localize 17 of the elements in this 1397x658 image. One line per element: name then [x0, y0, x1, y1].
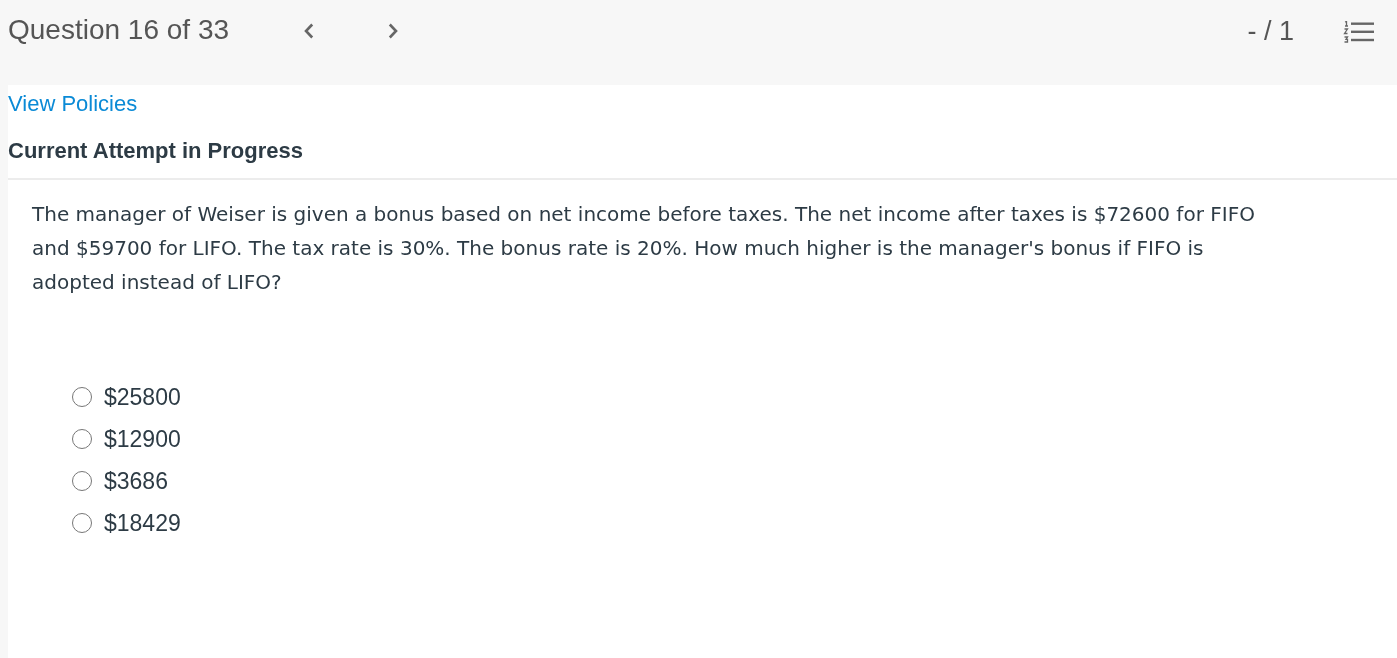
view-policies-link[interactable]: View Policies — [8, 90, 138, 118]
chevron-left-icon — [302, 23, 314, 39]
score-text: - / 1 — [1247, 15, 1294, 48]
radio-button[interactable] — [72, 513, 92, 533]
radio-button[interactable] — [72, 471, 92, 491]
chevron-right-icon — [387, 23, 399, 39]
radio-button[interactable] — [72, 387, 92, 407]
answer-option[interactable]: $12900 — [104, 423, 181, 455]
numbered-list-icon — [1343, 21, 1374, 43]
question-text: The manager of Weiser is given a bonus based on net income before taxes. The net income after taxes is $72600 for FIFO and $59700 for LIFO. The tax rate is 30%. The bonus rate is 20%. How much higher is the manager's bonus if FIFO is adopted instead of LIFO? — [32, 201, 1256, 296]
question-list-button[interactable] — [1342, 20, 1375, 44]
radio-button[interactable] — [72, 429, 92, 449]
answer-option[interactable]: $3686 — [104, 465, 168, 497]
answer-option[interactable]: $18429 — [104, 507, 181, 539]
attempt-status-heading: Current Attempt in Progress — [8, 137, 303, 165]
question-counter: Question 16 of 33 — [8, 13, 230, 47]
answer-option[interactable]: $25800 — [104, 381, 181, 413]
